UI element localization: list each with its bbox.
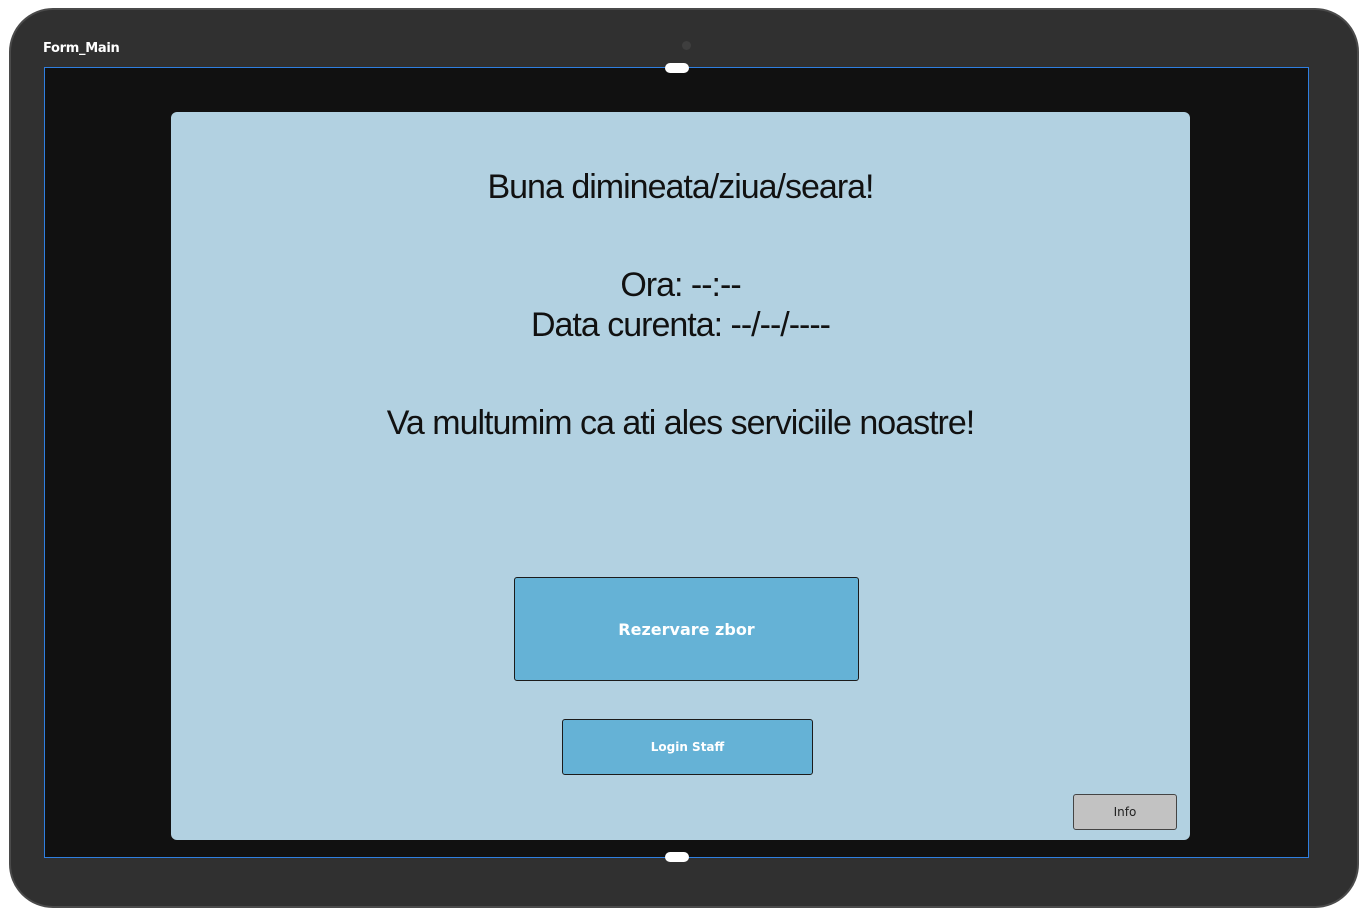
main-form-panel: Buna dimineata/ziua/seara! Ora: --:-- Da… — [171, 112, 1190, 840]
date-label: Data curenta: --/--/---- — [530, 306, 831, 344]
thanks-label: Va multumim ca ati ales serviciile noast… — [386, 404, 975, 442]
info-button[interactable]: Info — [1073, 794, 1177, 830]
reserve-flight-button[interactable]: Rezervare zbor — [514, 577, 859, 681]
login-staff-button[interactable]: Login Staff — [562, 719, 813, 775]
frame-title: Form_Main — [43, 41, 120, 56]
time-label: Ora: --:-- — [620, 266, 741, 304]
resize-handle-top[interactable] — [665, 63, 689, 73]
greeting-label: Buna dimineata/ziua/seara! — [487, 168, 874, 206]
camera-dot — [682, 41, 691, 50]
resize-handle-bottom[interactable] — [665, 852, 689, 862]
